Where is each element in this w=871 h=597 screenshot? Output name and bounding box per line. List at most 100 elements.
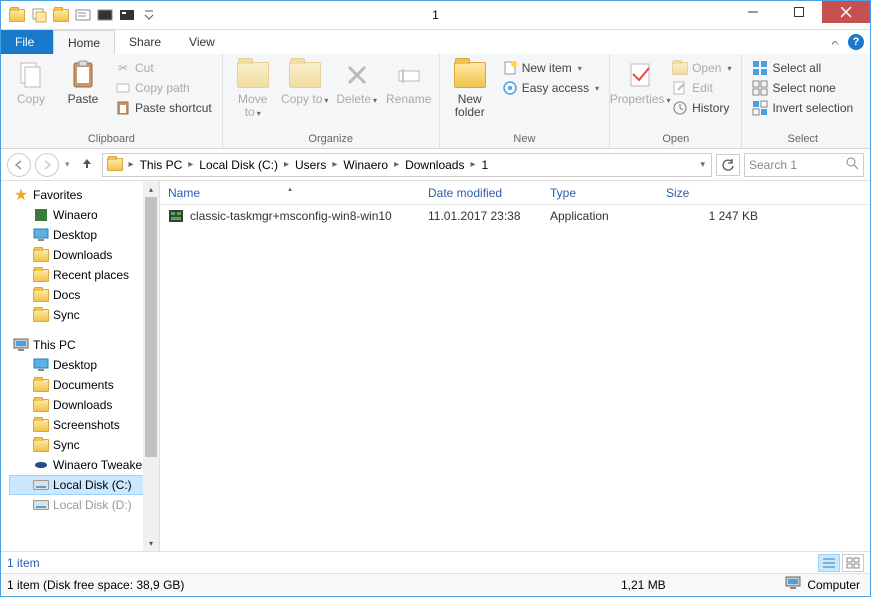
tree-item[interactable]: Winaero Tweaker: [9, 455, 159, 475]
exe-icon: [168, 208, 184, 224]
recent-locations-icon[interactable]: ▾: [63, 159, 72, 170]
rename-button[interactable]: Rename: [385, 57, 433, 106]
nav-forward-button[interactable]: [35, 153, 59, 177]
select-none-button[interactable]: Select none: [748, 79, 857, 97]
tree-item[interactable]: Documents: [9, 375, 159, 395]
close-button[interactable]: [822, 1, 870, 23]
tree-item[interactable]: Screenshots: [9, 415, 159, 435]
search-input[interactable]: Search 1: [744, 153, 864, 177]
group-select: Select all Select none Invert selection …: [742, 54, 863, 148]
copy-path-button[interactable]: Copy path: [111, 79, 216, 97]
file-date: 11.01.2017 23:38: [420, 209, 542, 223]
file-row[interactable]: classic-taskmgr+msconfig-win8-win10 11.0…: [160, 205, 870, 227]
selection-size: 1,21 MB: [621, 578, 666, 592]
tree-this-pc[interactable]: This PC: [9, 335, 159, 355]
qat-app-icon-2[interactable]: [94, 4, 116, 26]
title-bar: 1: [1, 1, 870, 30]
nav-back-button[interactable]: [7, 153, 31, 177]
tree-item[interactable]: Desktop: [9, 355, 159, 375]
folder-icon[interactable]: [50, 4, 72, 26]
view-switcher: [818, 554, 864, 572]
breadcrumb-item[interactable]: Downloads: [405, 158, 464, 172]
chevron-right-icon[interactable]: ▸: [390, 159, 403, 170]
folder-icon[interactable]: [6, 4, 28, 26]
new-folder-button[interactable]: New folder: [446, 57, 494, 119]
history-button[interactable]: History: [668, 99, 735, 117]
chevron-right-icon[interactable]: ▸: [184, 159, 197, 170]
chevron-right-icon[interactable]: ▸: [280, 159, 293, 170]
paste-shortcut-button[interactable]: Paste shortcut: [111, 99, 216, 117]
breadcrumb-item[interactable]: Users: [295, 158, 326, 172]
select-all-button[interactable]: Select all: [748, 59, 857, 77]
scroll-up-icon[interactable]: ▴: [143, 181, 159, 197]
maximize-button[interactable]: [776, 1, 822, 23]
tree-item[interactable]: Downloads: [9, 245, 159, 265]
new-item-button[interactable]: New item▾: [498, 59, 603, 77]
tree-item[interactable]: Winaero: [9, 205, 159, 225]
group-clipboard: Copy Paste ✂Cut Copy path Paste shortcut…: [1, 54, 223, 148]
breadcrumb-item[interactable]: Local Disk (C:): [199, 158, 278, 172]
tab-file[interactable]: File: [1, 30, 53, 54]
tree-favorites[interactable]: ★Favorites: [9, 185, 159, 205]
col-type[interactable]: Type: [542, 186, 658, 200]
invert-selection-button[interactable]: Invert selection: [748, 99, 857, 117]
icons-view-button[interactable]: [842, 554, 864, 572]
col-name[interactable]: Name▴: [160, 186, 420, 200]
tab-view[interactable]: View: [175, 30, 229, 54]
properties-button[interactable]: Properties▾: [616, 57, 664, 107]
col-size[interactable]: Size: [658, 186, 766, 200]
disk-icon: [33, 477, 49, 493]
column-headers: Name▴ Date modified Type Size: [160, 181, 870, 205]
tab-share[interactable]: Share: [115, 30, 175, 54]
col-date[interactable]: Date modified: [420, 186, 542, 200]
app-icon: [33, 207, 49, 223]
open-button[interactable]: Open▾: [668, 59, 735, 77]
copy-button[interactable]: Copy: [7, 57, 55, 106]
scrollbar[interactable]: ▴ ▾: [143, 181, 159, 551]
status-computer: Computer: [785, 576, 860, 593]
qat-app-icon-1[interactable]: [72, 4, 94, 26]
tree-item-selected[interactable]: Local Disk (C:): [9, 475, 159, 495]
breadcrumb-item[interactable]: Winaero: [343, 158, 388, 172]
qat-dropdown-icon[interactable]: [138, 4, 160, 26]
chevron-right-icon[interactable]: ▸: [466, 159, 479, 170]
folder-icon: [33, 247, 49, 263]
minimize-ribbon-icon[interactable]: ᨈ: [832, 37, 841, 48]
status-bar-inner: 1 item: [1, 551, 870, 573]
chevron-right-icon[interactable]: ▸: [328, 159, 341, 170]
address-row: ▾ ▸ This PC▸ Local Disk (C:)▸ Users▸ Win…: [1, 149, 870, 181]
paste-button[interactable]: Paste: [59, 57, 107, 106]
tree-item[interactable]: Recent places: [9, 265, 159, 285]
help-icon[interactable]: ?: [848, 34, 864, 50]
file-type: Application: [542, 209, 658, 223]
tree-item[interactable]: Sync: [9, 435, 159, 455]
tree-item[interactable]: Local Disk (D:): [9, 495, 159, 515]
scroll-down-icon[interactable]: ▾: [143, 535, 159, 551]
easy-access-button[interactable]: Easy access▾: [498, 79, 603, 97]
move-to-button[interactable]: Move to▾: [229, 57, 277, 120]
tree-item[interactable]: Downloads: [9, 395, 159, 415]
breadcrumb-item[interactable]: This PC: [140, 158, 183, 172]
address-bar[interactable]: ▸ This PC▸ Local Disk (C:)▸ Users▸ Winae…: [102, 153, 712, 177]
minimize-button[interactable]: [730, 1, 776, 23]
tree-item[interactable]: Sync: [9, 305, 159, 325]
delete-button[interactable]: Delete▾: [333, 57, 381, 107]
tree-item[interactable]: Desktop: [9, 225, 159, 245]
qat-app-icon-3[interactable]: [116, 4, 138, 26]
new-window-icon[interactable]: [28, 4, 50, 26]
cut-button[interactable]: ✂Cut: [111, 59, 216, 77]
breadcrumb-item[interactable]: 1: [482, 158, 489, 172]
computer-icon: [785, 576, 801, 593]
copy-to-button[interactable]: Copy to▾: [281, 57, 329, 107]
edit-button[interactable]: Edit: [668, 79, 735, 97]
desktop-icon: [33, 357, 49, 373]
item-count: 1 item: [7, 556, 40, 570]
chevron-right-icon[interactable]: ▸: [125, 159, 138, 170]
tab-home[interactable]: Home: [53, 30, 115, 54]
refresh-button[interactable]: [716, 154, 740, 176]
details-view-button[interactable]: [818, 554, 840, 572]
nav-up-button[interactable]: [76, 156, 98, 173]
address-dropdown-icon[interactable]: ▾: [696, 159, 709, 170]
tree-item[interactable]: Docs: [9, 285, 159, 305]
scroll-thumb[interactable]: [145, 197, 157, 457]
